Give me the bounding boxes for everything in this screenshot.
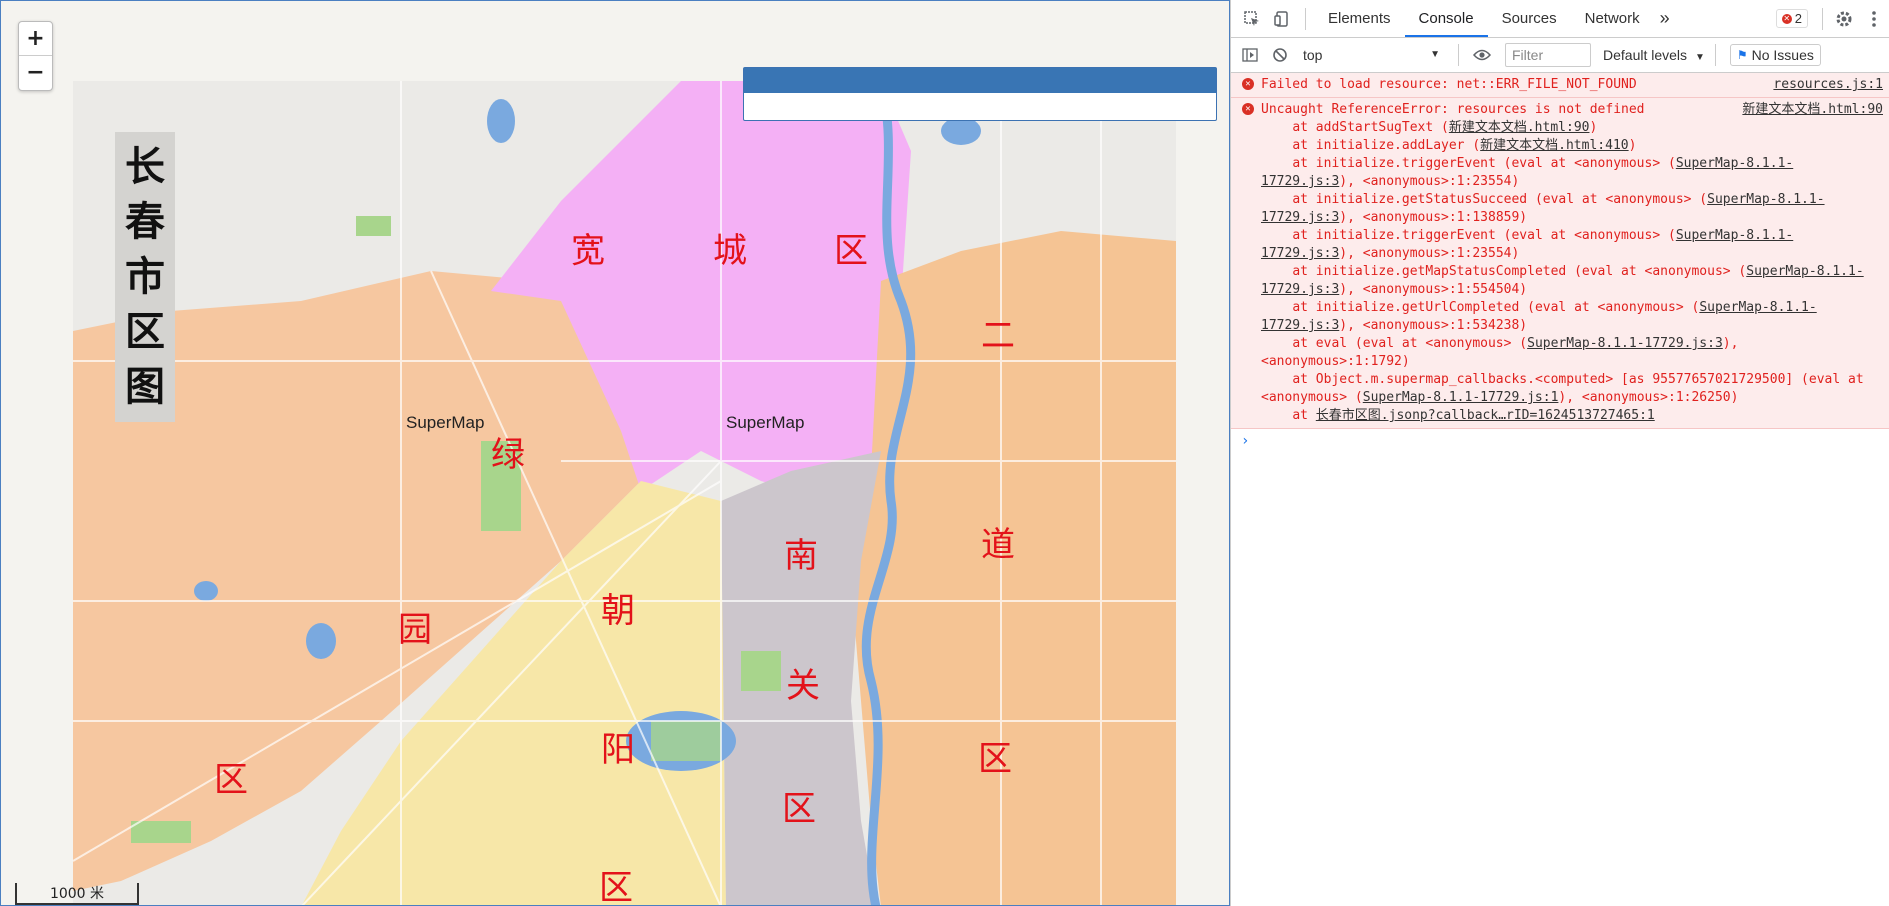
- source-link[interactable]: 新建文本文档.html:90: [1742, 101, 1883, 119]
- stack-frame-link[interactable]: SuperMap-8.1.1-17729.js:1: [1363, 390, 1559, 405]
- district-label: 朝: [601, 591, 635, 631]
- stack-frame: at 长春市区图.jsonp?callback…rID=162451372746…: [1261, 408, 1655, 423]
- district-label: 区: [599, 868, 633, 906]
- log-levels-label: Default levels: [1603, 47, 1688, 63]
- title-char: 市: [125, 252, 165, 300]
- error-text: Failed to load resource: net::ERR_FILE_N…: [1261, 77, 1637, 92]
- stack-frame: at addStartSugText (新建文本文档.html:90): [1261, 120, 1598, 135]
- stack-frame-link[interactable]: 新建文本文档.html:410: [1480, 138, 1628, 153]
- lake: [487, 99, 515, 143]
- district-label: 道: [981, 525, 1015, 565]
- issues-flag-icon: ⚑: [1736, 48, 1748, 62]
- legend-panel: [743, 67, 1217, 121]
- map-viewport[interactable]: + − 长 春 市 区 图 SuperMap SuperMap 宽 城 区 二 …: [0, 0, 1230, 906]
- park: [356, 216, 391, 236]
- console-error-message: ✕ Uncaught ReferenceError: resources is …: [1231, 98, 1889, 429]
- title-char: 图: [125, 362, 165, 410]
- district-label: 二: [981, 316, 1015, 356]
- issues-label: No Issues: [1751, 47, 1814, 63]
- error-icon: ✕: [1242, 78, 1254, 90]
- zoom-control: + −: [18, 21, 53, 91]
- lake: [941, 117, 981, 145]
- error-icon: ✕: [1781, 13, 1792, 24]
- park: [741, 651, 781, 691]
- settings-gear-icon[interactable]: [1829, 0, 1859, 37]
- tab-network[interactable]: Network: [1571, 0, 1654, 37]
- context-value: top: [1303, 47, 1323, 63]
- context-select[interactable]: top ▼: [1295, 43, 1450, 67]
- map-title: 长 春 市 区 图: [115, 132, 175, 422]
- console-error-message: ✕ Failed to load resource: net::ERR_FILE…: [1231, 73, 1889, 98]
- tab-console[interactable]: Console: [1404, 0, 1488, 37]
- title-char: 春: [125, 198, 165, 246]
- district-label: 绿: [491, 435, 525, 475]
- devtools-right-controls: ✕ 2: [1775, 0, 1889, 37]
- show-sidebar-icon[interactable]: [1235, 37, 1265, 74]
- live-expression-eye-icon[interactable]: [1467, 37, 1497, 74]
- stack-frame-link[interactable]: 长春市区图.jsonp?callback…rID=1624513727465:1: [1316, 408, 1655, 423]
- supermap-watermark: SuperMap: [406, 413, 485, 432]
- device-toolbar-icon[interactable]: [1267, 0, 1297, 37]
- district-label: 区: [782, 789, 816, 829]
- tab-sources[interactable]: Sources: [1488, 0, 1571, 37]
- district-label: 宽: [571, 231, 605, 271]
- district-label: 关: [786, 666, 820, 706]
- title-char: 区: [125, 307, 165, 355]
- stack-trace: at addStartSugText (新建文本文档.html:90) at i…: [1261, 119, 1881, 425]
- error-count: 2: [1794, 11, 1802, 26]
- stack-frame: at initialize.getUrlCompleted (eval at <…: [1261, 300, 1817, 333]
- log-levels-dropdown[interactable]: Default levels ▼: [1603, 47, 1705, 63]
- zoom-in-button[interactable]: +: [19, 22, 52, 55]
- district-label: 区: [214, 760, 248, 800]
- stack-frame: at Object.m.supermap_callbacks.<computed…: [1261, 372, 1872, 405]
- issues-button[interactable]: ⚑ No Issues: [1729, 44, 1821, 66]
- district-label: 南: [784, 536, 818, 576]
- district-label: 区: [978, 739, 1012, 779]
- error-icon: ✕: [1242, 103, 1254, 115]
- stack-frame: at initialize.getStatusSucceed (eval at …: [1261, 192, 1825, 225]
- more-options-icon[interactable]: [1859, 0, 1889, 37]
- stack-frame: at initialize.triggerEvent (eval at <ano…: [1261, 228, 1794, 261]
- stack-frame: at initialize.triggerEvent (eval at <ano…: [1261, 156, 1794, 189]
- devtools-panel: Elements Console Sources Network » ✕ 2 t…: [1230, 0, 1889, 906]
- lake: [194, 581, 218, 601]
- district-label: 区: [834, 231, 868, 271]
- divider: [1305, 7, 1306, 30]
- map-canvas[interactable]: [1, 1, 1230, 906]
- more-tabs-button[interactable]: »: [1654, 0, 1676, 37]
- scale-bar: 1000 米: [15, 883, 139, 905]
- stack-frame-link[interactable]: 新建文本文档.html:90: [1449, 120, 1590, 135]
- park: [131, 821, 191, 843]
- console-prompt[interactable]: ›: [1231, 429, 1889, 453]
- zoom-out-button[interactable]: −: [19, 55, 52, 89]
- park: [651, 721, 721, 761]
- divider: [1714, 44, 1716, 66]
- tab-elements[interactable]: Elements: [1314, 0, 1405, 37]
- chevron-down-icon: ▼: [1694, 52, 1705, 63]
- inspect-element-icon[interactable]: [1237, 0, 1267, 37]
- stack-frame: at initialize.addLayer (新建文本文档.html:410): [1261, 138, 1637, 153]
- console-toolbar: top ▼ Default levels ▼ ⚑ No Issues: [1231, 38, 1889, 73]
- supermap-watermark: SuperMap: [726, 413, 805, 432]
- district-label: 阳: [601, 730, 635, 770]
- clear-console-icon[interactable]: [1265, 37, 1295, 74]
- chevron-down-icon: ▼: [1430, 49, 1440, 60]
- divider: [1458, 44, 1459, 66]
- console-output[interactable]: ✕ Failed to load resource: net::ERR_FILE…: [1231, 73, 1889, 453]
- filter-input[interactable]: [1505, 43, 1591, 67]
- error-count-badge[interactable]: ✕ 2: [1775, 9, 1808, 28]
- stack-frame-link[interactable]: SuperMap-8.1.1-17729.js:3: [1527, 336, 1723, 351]
- stack-frame: at initialize.getMapStatusCompleted (eva…: [1261, 264, 1864, 297]
- lake: [306, 623, 336, 659]
- legend-header: [744, 68, 1216, 93]
- divider: [1822, 7, 1823, 30]
- district-label: 园: [398, 610, 432, 650]
- stack-frame: at eval (eval at <anonymous> (SuperMap-8…: [1261, 336, 1747, 369]
- source-link[interactable]: resources.js:1: [1773, 76, 1883, 94]
- district-label: 城: [713, 231, 747, 271]
- title-char: 长: [125, 143, 165, 191]
- devtools-tabbar: Elements Console Sources Network » ✕ 2: [1231, 0, 1889, 38]
